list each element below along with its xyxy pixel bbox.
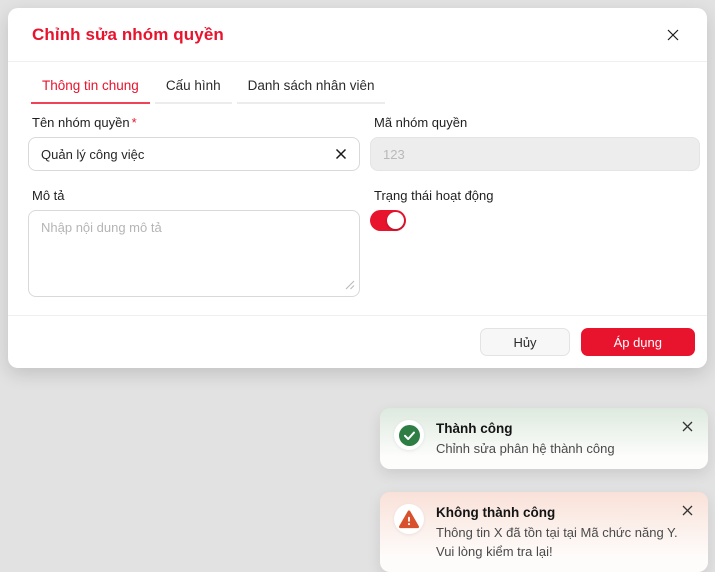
- clear-name-button[interactable]: [332, 145, 350, 163]
- status-field-label: Trạng thái hoạt động: [370, 187, 700, 205]
- toast-success-message: Chỉnh sửa phân hệ thành công: [436, 439, 686, 458]
- toast-error-title: Không thành công: [436, 503, 694, 522]
- toast-success-title: Thành công: [436, 419, 694, 438]
- field-group-code: Mã nhóm quyền: [370, 114, 700, 171]
- field-group-name: Tên nhóm quyền*: [28, 114, 360, 171]
- close-icon: [681, 504, 694, 517]
- tab-thong-tin-chung[interactable]: Thông tin chung: [31, 62, 150, 104]
- required-asterisk: *: [132, 115, 137, 130]
- toast-error-message: Thông tin X đã tồn tại tại Mã chức năng …: [436, 523, 686, 561]
- warning-triangle-icon: [399, 510, 419, 529]
- modal-tabs: Thông tin chung Cấu hình Danh sách nhân …: [8, 62, 707, 104]
- toast-error: Không thành công Thông tin X đã tồn tại …: [380, 492, 708, 572]
- description-textarea[interactable]: [28, 210, 360, 297]
- modal-close-button[interactable]: [663, 25, 683, 45]
- toggle-knob: [387, 212, 404, 229]
- description-field-label: Mô tả: [28, 187, 360, 205]
- apply-button[interactable]: Áp dụng: [581, 328, 695, 356]
- success-check-icon: [399, 425, 420, 446]
- modal-title: Chỉnh sửa nhóm quyền: [32, 25, 224, 45]
- status-toggle[interactable]: [370, 210, 406, 231]
- modal-footer: Hủy Áp dụng: [8, 315, 707, 368]
- toast-error-body: Không thành công Thông tin X đã tồn tại …: [436, 503, 694, 561]
- clear-x-icon: [334, 147, 348, 161]
- success-icon-circle: [394, 420, 424, 450]
- tab-danh-sach-nhan-vien[interactable]: Danh sách nhân viên: [237, 62, 386, 104]
- close-icon: [665, 27, 681, 43]
- error-icon-circle: [394, 504, 424, 534]
- toast-success: Thành công Chỉnh sửa phân hệ thành công: [380, 408, 708, 469]
- toast-success-close-button[interactable]: [679, 418, 696, 435]
- name-field-label-text: Tên nhóm quyền: [32, 115, 130, 130]
- name-field-label: Tên nhóm quyền*: [28, 114, 360, 132]
- cancel-button[interactable]: Hủy: [480, 328, 569, 356]
- edit-permission-group-modal: Chỉnh sửa nhóm quyền Thông tin chung Cấu…: [8, 8, 707, 368]
- modal-body: Tên nhóm quyền* Mã nhóm quyền: [8, 104, 707, 315]
- name-input[interactable]: [28, 137, 360, 171]
- field-group-description: Mô tả: [28, 187, 360, 300]
- modal-header: Chỉnh sửa nhóm quyền: [8, 8, 707, 62]
- close-icon: [681, 420, 694, 433]
- code-field-label: Mã nhóm quyền: [370, 114, 700, 132]
- toast-success-body: Thành công Chỉnh sửa phân hệ thành công: [436, 419, 694, 458]
- code-input: [370, 137, 700, 171]
- toast-error-close-button[interactable]: [679, 502, 696, 519]
- page-background: { "colors": { "brand_red": "#e8132d", "s…: [0, 0, 715, 570]
- field-group-status: Trạng thái hoạt động: [370, 187, 700, 300]
- tab-cau-hinh[interactable]: Cấu hình: [155, 62, 232, 104]
